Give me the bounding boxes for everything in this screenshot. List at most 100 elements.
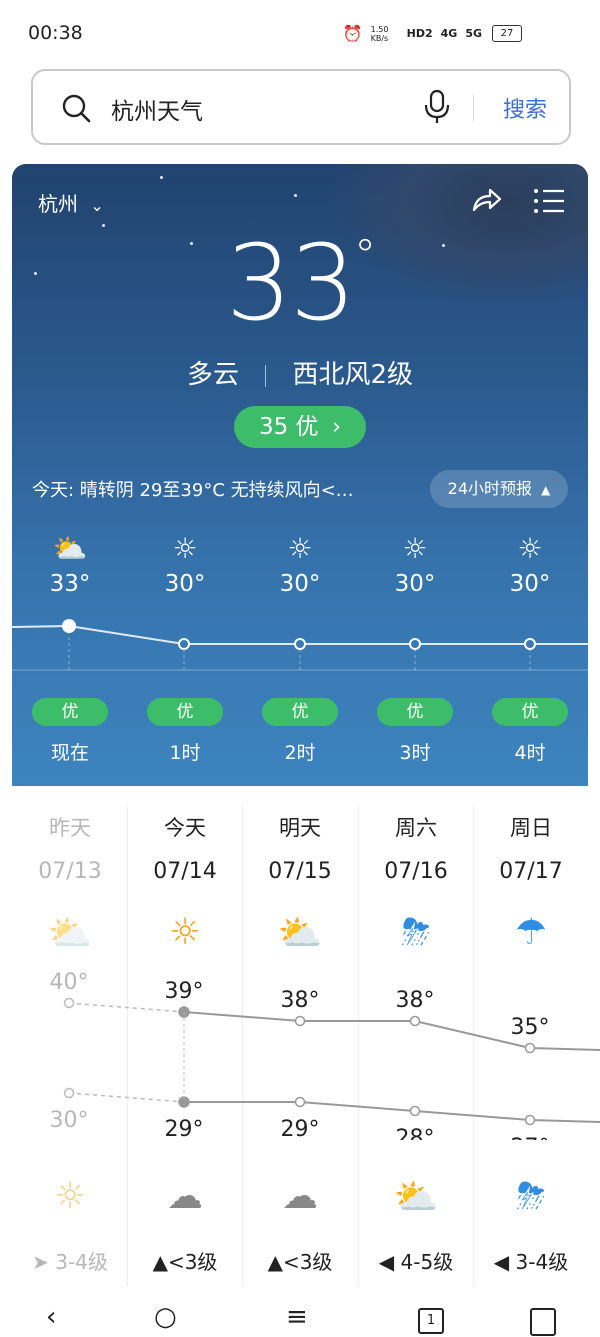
degree-symbol: ° bbox=[354, 230, 376, 281]
status-icons: ⏰ 1.50 KB/s HD2 4G 5G bbox=[343, 24, 482, 43]
day-wind: ➤ 3-4级 bbox=[12, 1246, 128, 1275]
thunderstorm-icon: ⛈ bbox=[516, 1176, 546, 1217]
network-speed: 1.50 KB/s bbox=[370, 24, 389, 43]
star bbox=[160, 176, 163, 179]
partly-cloudy-icon: ⛅ bbox=[52, 532, 88, 565]
wind-level: <3级 bbox=[167, 1250, 218, 1274]
wind-direction-icon: ➤ bbox=[32, 1250, 56, 1274]
daily-high-label: 38° bbox=[396, 988, 435, 1013]
day-name: 今天 bbox=[164, 816, 206, 840]
cloud-icon: ☁ bbox=[282, 1176, 318, 1217]
daily-low-point bbox=[409, 1105, 421, 1117]
hourly-point bbox=[524, 638, 536, 650]
tab-count: 1 bbox=[426, 1313, 436, 1328]
temperature-value: 33 bbox=[225, 222, 356, 344]
wind-level: 4-5级 bbox=[400, 1250, 454, 1274]
hourly-point bbox=[62, 619, 76, 633]
home-icon[interactable]: ○ bbox=[154, 1302, 177, 1332]
hour-temp: 33° bbox=[49, 571, 91, 597]
hourly-point bbox=[178, 638, 190, 650]
daily-low-line bbox=[184, 1101, 600, 1123]
day-wind: ▲<3级 bbox=[127, 1246, 243, 1275]
hour-column: ⛅ 33° bbox=[12, 532, 128, 597]
day-name: 明天 bbox=[279, 816, 321, 840]
partly-cloudy-icon: ⛅ bbox=[47, 913, 93, 954]
hour-label: 2时 bbox=[284, 742, 316, 764]
day-wind: ▲<3级 bbox=[242, 1246, 358, 1275]
city-name: 杭州 bbox=[38, 192, 78, 216]
daily-past-line bbox=[68, 1092, 185, 1103]
microphone-icon[interactable] bbox=[423, 89, 451, 125]
hour-temp: 30° bbox=[394, 571, 436, 597]
hour-temp: 30° bbox=[279, 571, 321, 597]
daily-high-point bbox=[524, 1042, 536, 1054]
caret-up-icon: ▲ bbox=[541, 483, 551, 497]
tabs-icon[interactable]: 1 bbox=[418, 1308, 444, 1334]
daily-temperature-chart: 40° 39° 38° 38° 35° 30° 29° 29° 28° 27° bbox=[50, 970, 600, 1140]
hd-badge: HD2 bbox=[406, 27, 433, 40]
night-icon-cell: ⛅ bbox=[358, 1176, 474, 1220]
night-icon-cell: ☼ bbox=[12, 1176, 128, 1220]
day-date: 07/16 bbox=[384, 859, 448, 884]
search-input[interactable]: 杭州天气 bbox=[111, 92, 203, 126]
hour-aqi-pill: 优 bbox=[377, 698, 453, 726]
search-divider bbox=[473, 95, 474, 121]
battery-indicator: 27 bbox=[492, 25, 522, 42]
hour-aqi-pill: 优 bbox=[492, 698, 568, 726]
today-summary: 今天: 晴转阴 29至39°C 无持续风向<… bbox=[32, 480, 354, 501]
hour-label: 现在 bbox=[50, 742, 89, 764]
share-icon[interactable] bbox=[470, 186, 504, 216]
day-column[interactable]: 周六 07/16 ⛈ bbox=[358, 812, 474, 956]
sun-icon: ☼ bbox=[517, 532, 543, 565]
day-column-today[interactable]: 今天 07/14 ☼ bbox=[127, 812, 243, 956]
hour-aqi-column: 优 3时 bbox=[357, 698, 473, 765]
daily-low-label: 27° bbox=[511, 1135, 550, 1140]
hour-column: ☼ 30° bbox=[127, 532, 243, 597]
hourly-forecast-label: 24小时预报 bbox=[447, 479, 533, 498]
daily-low-label: 29° bbox=[281, 1117, 320, 1140]
aqi-value: 35 优 bbox=[258, 414, 319, 440]
hourly-temperature-chart bbox=[12, 619, 588, 671]
hour-aqi-column: 优 现在 bbox=[12, 698, 128, 765]
wind-text: 西北风2级 bbox=[292, 360, 414, 390]
city-selector[interactable]: 杭州 ⌄ bbox=[38, 188, 104, 217]
search-button[interactable]: 搜索 bbox=[503, 92, 547, 124]
daily-low-label: 30° bbox=[50, 1108, 89, 1133]
daily-high-point bbox=[294, 1015, 306, 1027]
menu-icon[interactable]: ≡ bbox=[286, 1302, 308, 1332]
day-column-yesterday[interactable]: 昨天 07/13 ⛅ bbox=[12, 812, 128, 956]
menu-icon[interactable] bbox=[532, 186, 566, 216]
night-icon-cell: ⛈ bbox=[473, 1176, 589, 1220]
wind-level: 3-4级 bbox=[515, 1250, 569, 1274]
partly-cloudy-icon: ⛅ bbox=[277, 913, 323, 954]
wind-direction-icon: ▲ bbox=[267, 1250, 283, 1274]
thunderstorm-icon: ⛈ bbox=[401, 912, 431, 953]
aqi-badge[interactable]: 35 优 › bbox=[234, 406, 366, 448]
back-icon[interactable]: ‹ bbox=[46, 1302, 56, 1332]
star bbox=[294, 194, 297, 197]
signal-5g: 5G bbox=[465, 27, 482, 40]
daily-high-label: 38° bbox=[281, 988, 320, 1013]
daily-high-point bbox=[409, 1015, 421, 1027]
hour-aqi-pill: 优 bbox=[262, 698, 338, 726]
daily-high-point bbox=[63, 997, 75, 1009]
day-name: 周六 bbox=[395, 816, 437, 840]
hour-temp: 30° bbox=[164, 571, 206, 597]
hourly-point bbox=[409, 638, 421, 650]
status-bar: 00:38 ⏰ 1.50 KB/s HD2 4G 5G 27 bbox=[0, 0, 600, 66]
day-name: 周日 bbox=[510, 816, 552, 840]
search-icon[interactable] bbox=[61, 93, 91, 123]
weather-card: 杭州 ⌄ 33° 多云 西北风2级 35 优 › 今天: 晴转阴 29至39°C… bbox=[12, 164, 588, 786]
hour-label: 3时 bbox=[399, 742, 431, 764]
bottom-nav-bar: ‹ ○ ≡ 1 bbox=[0, 1290, 600, 1337]
bookmark-icon[interactable] bbox=[530, 1308, 556, 1336]
hour-label: 4时 bbox=[514, 742, 546, 764]
search-bar[interactable]: 杭州天气 搜索 bbox=[31, 69, 571, 145]
day-column[interactable]: 明天 07/15 ⛅ bbox=[242, 812, 358, 956]
hour-label: 1时 bbox=[169, 742, 201, 764]
day-column[interactable]: 周日 07/17 ☂ bbox=[473, 812, 589, 956]
wind-direction-icon: ◀ bbox=[493, 1250, 516, 1274]
rain-icon: ☂ bbox=[514, 912, 548, 953]
night-icon-cell: ☁ bbox=[242, 1176, 358, 1220]
hourly-forecast-toggle[interactable]: 24小时预报 ▲ bbox=[430, 470, 568, 508]
